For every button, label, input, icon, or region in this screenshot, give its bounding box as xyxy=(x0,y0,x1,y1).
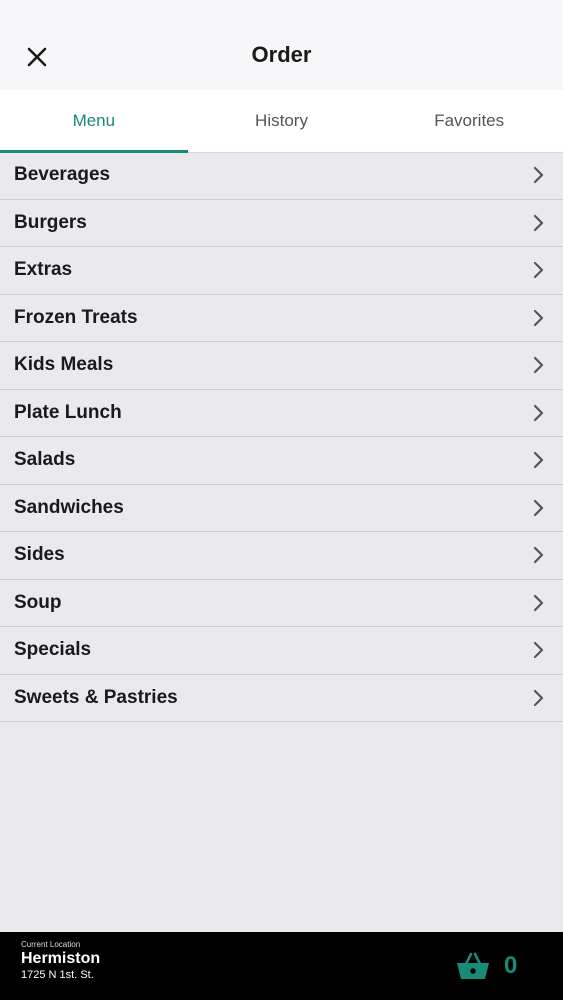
header: Order xyxy=(0,0,563,90)
location-footer: Current Location Hermiston 1725 N 1st. S… xyxy=(0,932,563,1000)
menu-item-label: Plate Lunch xyxy=(14,401,122,423)
menu-item-label: Beverages xyxy=(14,164,111,186)
menu-item-sweets-pastries[interactable]: Sweets & Pastries xyxy=(0,675,563,722)
menu-item-label: Sides xyxy=(14,544,65,566)
chevron-right-icon xyxy=(531,499,545,517)
chevron-right-icon xyxy=(531,641,545,659)
chevron-right-icon xyxy=(531,356,545,374)
menu-item-burgers[interactable]: Burgers xyxy=(0,200,563,247)
menu-item-label: Extras xyxy=(14,259,73,281)
location-caption: Current Location xyxy=(21,940,81,949)
chevron-right-icon xyxy=(531,404,545,422)
menu-item-label: Soup xyxy=(14,591,62,613)
menu-item-label: Specials xyxy=(14,639,92,661)
location-name[interactable]: Hermiston xyxy=(21,950,100,968)
page-title: Order xyxy=(251,42,312,67)
chevron-right-icon xyxy=(531,309,545,327)
menu-item-extras[interactable]: Extras xyxy=(0,247,563,295)
menu-item-sandwiches[interactable]: Sandwiches xyxy=(0,485,563,532)
basket-icon xyxy=(457,952,489,979)
menu-item-label: Sandwiches xyxy=(14,496,124,518)
menu-item-sides[interactable]: Sides xyxy=(0,532,563,580)
menu-item-label: Frozen Treats xyxy=(14,306,138,328)
location-address: 1725 N 1st. St. xyxy=(21,969,94,981)
menu-item-beverages[interactable]: Beverages xyxy=(0,152,563,200)
menu-category-list: Beverages Burgers Extras Frozen Treats K… xyxy=(0,152,563,722)
cart-count: 0 xyxy=(504,952,518,979)
tab-favorites[interactable]: Favorites xyxy=(375,90,563,152)
menu-item-salads[interactable]: Salads xyxy=(0,437,563,485)
chevron-right-icon xyxy=(531,214,545,232)
menu-item-specials[interactable]: Specials xyxy=(0,627,563,675)
tab-menu[interactable]: Menu xyxy=(0,90,188,153)
menu-item-plate-lunch[interactable]: Plate Lunch xyxy=(0,390,563,437)
menu-item-label: Salads xyxy=(14,449,76,471)
menu-item-frozen-treats[interactable]: Frozen Treats xyxy=(0,295,563,342)
chevron-right-icon xyxy=(531,594,545,612)
menu-item-label: Burgers xyxy=(14,211,87,233)
tab-bar: Menu History Favorites xyxy=(0,90,563,153)
chevron-right-icon xyxy=(531,261,545,279)
chevron-right-icon xyxy=(531,166,545,184)
menu-item-label: Sweets & Pastries xyxy=(14,686,178,708)
chevron-right-icon xyxy=(531,689,545,707)
menu-item-label: Kids Meals xyxy=(14,354,114,376)
chevron-right-icon xyxy=(531,451,545,469)
cart-button[interactable]: 0 xyxy=(456,948,517,984)
menu-item-soup[interactable]: Soup xyxy=(0,580,563,627)
tab-history[interactable]: History xyxy=(188,90,376,152)
chevron-right-icon xyxy=(531,546,545,564)
menu-item-kids-meals[interactable]: Kids Meals xyxy=(0,342,563,390)
